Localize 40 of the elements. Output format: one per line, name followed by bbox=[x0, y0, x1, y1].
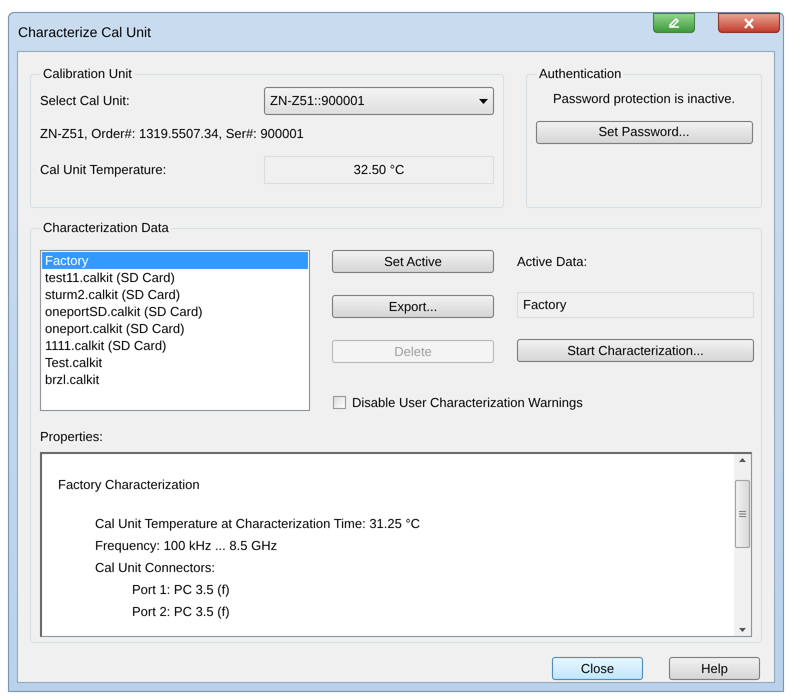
property-line: Port 2: PC 3.5 (f) bbox=[132, 603, 230, 621]
caret-icon bbox=[479, 98, 488, 104]
scroll-thumb[interactable] bbox=[735, 480, 750, 548]
scroll-down-icon[interactable] bbox=[739, 628, 746, 632]
list-item[interactable]: 1111.calkit (SD Card) bbox=[42, 337, 308, 354]
checkbox[interactable] bbox=[333, 396, 346, 410]
property-line: Cal Unit Connectors: bbox=[95, 559, 215, 577]
property-line: Cal Unit Temperature at Characterization Time: 31.25 °C bbox=[95, 515, 420, 533]
close-icon[interactable] bbox=[718, 13, 780, 33]
property-line: Factory Characterization bbox=[58, 476, 200, 494]
cal-unit-dropdown[interactable]: ZN-Z51::900001 bbox=[264, 87, 494, 115]
button[interactable]: Set Active bbox=[332, 250, 494, 273]
dropdown-value: ZN-Z51::900001 bbox=[270, 92, 365, 110]
grip-icon bbox=[739, 511, 746, 517]
checkbox-label: Disable User Characterization Warnings bbox=[352, 394, 583, 412]
list-item[interactable]: test11.calkit (SD Card) bbox=[42, 269, 308, 286]
scrollbar[interactable] bbox=[734, 454, 751, 636]
temperature-field: 32.50 °C bbox=[264, 156, 494, 184]
active-data-field: Factory bbox=[517, 292, 754, 318]
scroll-up-icon[interactable] bbox=[739, 458, 746, 462]
list-item[interactable]: oneportSD.calkit (SD Card) bbox=[42, 303, 308, 320]
field-label: Active Data: bbox=[517, 253, 588, 271]
window-action-icon[interactable] bbox=[653, 13, 695, 33]
field-label: Cal Unit Temperature: bbox=[40, 160, 166, 179]
button[interactable]: Export... bbox=[332, 295, 494, 318]
button[interactable]: Start Characterization... bbox=[517, 339, 754, 362]
button[interactable]: Help bbox=[669, 657, 760, 680]
property-line: Port 1: PC 3.5 (f) bbox=[132, 581, 230, 599]
list-item[interactable]: sturm2.calkit (SD Card) bbox=[42, 286, 308, 303]
button[interactable]: Close bbox=[552, 657, 643, 680]
field-label: Select Cal Unit: bbox=[40, 92, 130, 110]
list-item[interactable]: oneport.calkit (SD Card) bbox=[42, 320, 308, 337]
properties-label: Properties: bbox=[40, 428, 103, 446]
password-status: Password protection is inactive. bbox=[552, 90, 736, 108]
cal-unit-info: ZN-Z51, Order#: 1319.5507.34, Ser#: 900001 bbox=[40, 125, 304, 143]
list-item[interactable]: Test.calkit bbox=[42, 354, 308, 371]
button[interactable]: Set Password... bbox=[536, 120, 752, 144]
property-line: Frequency: 100 kHz ... 8.5 GHz bbox=[95, 537, 278, 555]
window-title: Characterize Cal Unit bbox=[18, 22, 152, 42]
list-item[interactable]: brzl.calkit bbox=[42, 371, 308, 388]
